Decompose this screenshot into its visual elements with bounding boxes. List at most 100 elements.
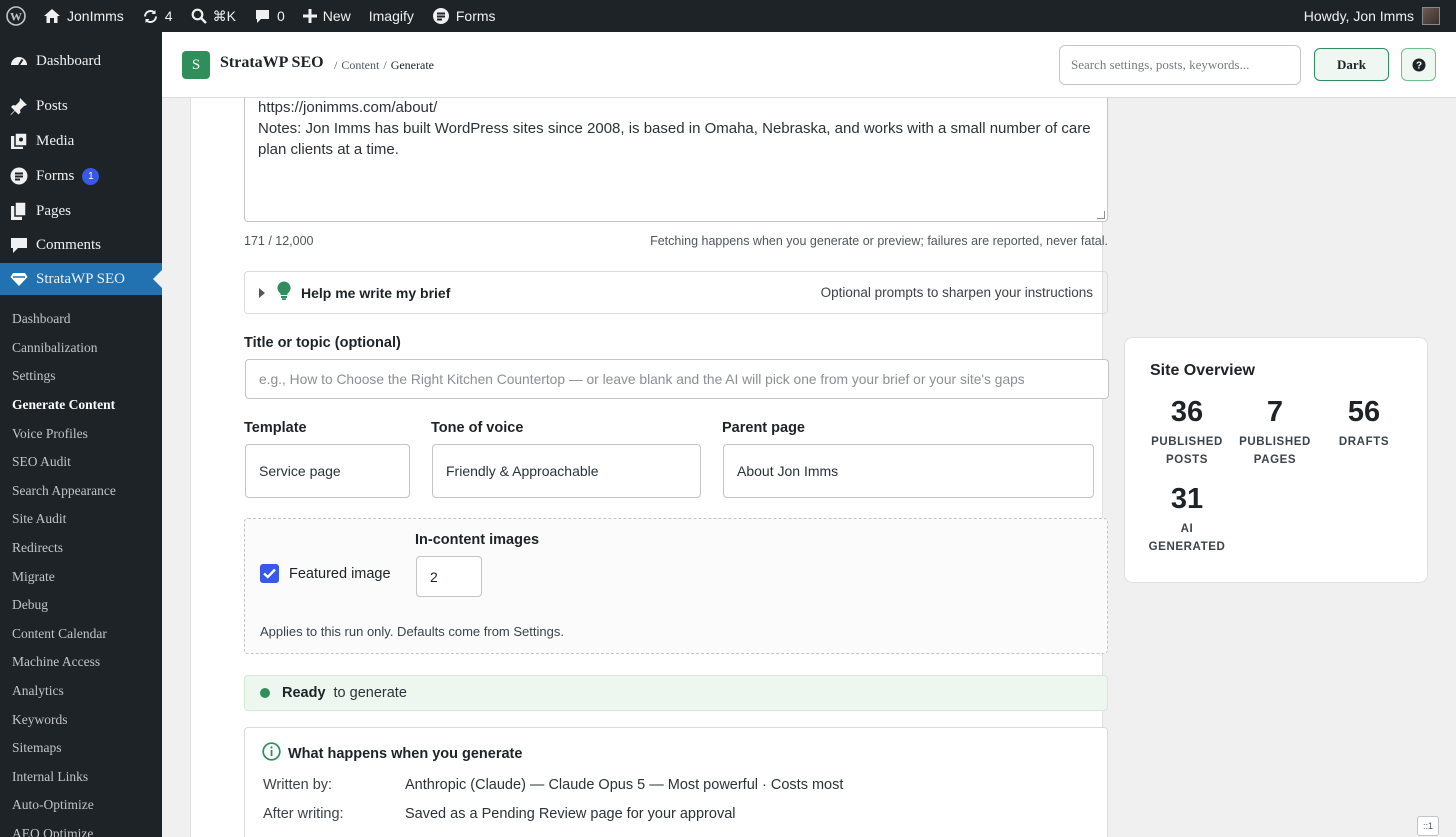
stat-label: Published xyxy=(1151,436,1223,448)
submenu-item-aeo-optimize[interactable]: AEO Optimize xyxy=(0,820,162,837)
stat-label: AI xyxy=(1180,523,1194,535)
tone-select[interactable]: Friendly & Approachable xyxy=(432,444,701,498)
my-account-link[interactable]: Howdy, Jon Imms xyxy=(1295,0,1456,32)
menu-pages-label: Pages xyxy=(36,202,71,219)
submenu-item-cannibalization[interactable]: Cannibalization xyxy=(0,334,162,363)
stat-number: 56 xyxy=(1347,396,1381,428)
help-button[interactable]: ? xyxy=(1401,48,1436,81)
template-select[interactable]: Service page xyxy=(245,444,410,498)
info-icon xyxy=(262,742,281,765)
submenu-item-dashboard[interactable]: Dashboard xyxy=(0,305,162,334)
comment-icon xyxy=(254,8,271,24)
site-name-link[interactable]: JonImms xyxy=(34,0,133,32)
media-icon xyxy=(10,132,28,150)
imagify-link[interactable]: Imagify xyxy=(360,0,423,32)
menu-dashboard[interactable]: Dashboard xyxy=(0,44,162,78)
written-by-key: Written by: xyxy=(263,777,333,793)
new-label: New xyxy=(322,8,351,24)
menu-forms[interactable]: Forms 1 xyxy=(0,159,162,193)
in-content-images-label: In-content images xyxy=(415,532,540,548)
menu-stratawp-seo[interactable]: StrataWP SEO xyxy=(0,263,162,295)
submenu-item-generate-content[interactable]: Generate Content xyxy=(0,391,162,420)
admin-bar: W JonImms 4 ⌘K 0 New Imagify Forms Howdy… xyxy=(0,0,1456,32)
generate-panel: https://jonimms.com/about/ Notes: Jon Im… xyxy=(190,32,1109,837)
search-shortcut-link[interactable]: ⌘K xyxy=(182,0,245,32)
breadcrumb-content[interactable]: Content xyxy=(341,58,379,73)
breadcrumb: / Content / Generate xyxy=(334,58,434,73)
comments-link[interactable]: 0 xyxy=(245,0,294,32)
title-input[interactable]: e.g., How to Choose the Right Kitchen Co… xyxy=(245,359,1109,399)
submenu-item-search-appearance[interactable]: Search Appearance xyxy=(0,477,162,506)
menu-media-label: Media xyxy=(36,132,75,149)
submenu-item-content-calendar[interactable]: Content Calendar xyxy=(0,620,162,649)
submenu-item-seo-audit[interactable]: SEO Audit xyxy=(0,448,162,477)
plus-icon xyxy=(302,9,317,23)
featured-image-checkbox[interactable] xyxy=(260,564,279,583)
menu-comments[interactable]: Comments xyxy=(0,228,162,262)
stat-label: Published xyxy=(1239,436,1311,448)
resize-handle[interactable] xyxy=(1097,211,1105,219)
new-content-link[interactable]: New xyxy=(294,0,360,32)
stat-published-posts: 36 Published Posts xyxy=(1142,396,1232,469)
submenu-item-internal-links[interactable]: Internal Links xyxy=(0,763,162,792)
submenu-item-voice-profiles[interactable]: Voice Profiles xyxy=(0,419,162,448)
wordpress-logo-icon[interactable]: W xyxy=(0,0,34,32)
menu-dashboard-label: Dashboard xyxy=(36,52,101,69)
caret-right-icon xyxy=(259,287,265,298)
submenu-item-redirects[interactable]: Redirects xyxy=(0,534,162,563)
forms-link[interactable]: Forms xyxy=(423,0,505,32)
updates-count: 4 xyxy=(164,8,173,24)
updates-link[interactable]: 4 xyxy=(133,0,182,32)
diamond-icon xyxy=(10,270,28,288)
submenu-item-auto-optimize[interactable]: Auto-Optimize xyxy=(0,791,162,820)
submenu-item-migrate[interactable]: Migrate xyxy=(0,562,162,591)
parent-select[interactable]: About Jon Imms xyxy=(723,444,1094,498)
brief-line-url: https://jonimms.com/about/ xyxy=(258,99,438,116)
fetch-note: Fetching happens when you generate or pr… xyxy=(650,234,1108,248)
submenu-item-machine-access[interactable]: Machine Access xyxy=(0,648,162,677)
menu-media[interactable]: Media xyxy=(0,124,162,158)
submenu-item-debug[interactable]: Debug xyxy=(0,591,162,620)
image-options-note: Applies to this run only. Defaults come … xyxy=(260,624,564,639)
settings-search-input[interactable]: Search settings, posts, keywords... xyxy=(1059,45,1301,85)
stat-drafts: 56 Drafts xyxy=(1319,396,1409,451)
submenu-item-sitemaps[interactable]: Sitemaps xyxy=(0,734,162,763)
menu-forms-label: Forms xyxy=(36,167,75,184)
helper-note: Optional prompts to sharpen your instruc… xyxy=(820,285,1093,300)
breadcrumb-generate: Generate xyxy=(390,58,434,72)
brief-helper-toggle[interactable]: Help me write my brief Optional prompts … xyxy=(244,271,1108,314)
refresh-icon xyxy=(142,8,159,25)
submenu-item-analytics[interactable]: Analytics xyxy=(0,677,162,706)
home-icon xyxy=(43,8,61,24)
submenu-item-keywords[interactable]: Keywords xyxy=(0,705,162,734)
site-overview-card: Site Overview 36 Published Posts 7 Publis… xyxy=(1124,337,1428,583)
breadcrumb-separator: / xyxy=(334,58,338,72)
after-writing-value: Saved as a Pending Review page for your … xyxy=(405,806,736,822)
menu-pages[interactable]: Pages xyxy=(0,194,162,228)
stat-published-pages: 7 Published Pages xyxy=(1230,396,1320,469)
site-name-label: JonImms xyxy=(67,8,124,24)
main-content: https://jonimms.com/about/ Notes: Jon Im… xyxy=(162,32,1456,837)
avatar xyxy=(1422,7,1440,25)
in-content-images-input[interactable]: 2 xyxy=(416,556,482,597)
menu-posts[interactable]: Posts xyxy=(0,89,162,123)
what-happens-title: What happens when you generate xyxy=(288,745,523,762)
stat-label: Generated xyxy=(1148,541,1226,553)
stat-label: Posts xyxy=(1166,454,1208,466)
submenu-item-settings[interactable]: Settings xyxy=(0,362,162,391)
pages-icon xyxy=(10,202,28,220)
submenu-item-site-audit[interactable]: Site Audit xyxy=(0,505,162,534)
greeting-label: Howdy, Jon Imms xyxy=(1303,8,1414,24)
admin-sidebar: Dashboard Posts Media Forms 1 Pages Comm… xyxy=(0,32,162,837)
search-shortcut-label: ⌘K xyxy=(212,7,236,24)
ready-text: to generate xyxy=(333,685,407,701)
dark-mode-button[interactable]: Dark xyxy=(1314,48,1389,81)
brief-line-notes: Notes: Jon Imms has built WordPress site… xyxy=(258,120,1095,158)
stratawp-submenu: Dashboard Cannibalization Settings Generate… xyxy=(0,305,162,837)
brief-textarea[interactable]: https://jonimms.com/about/ Notes: Jon Im… xyxy=(244,90,1108,222)
forms-icon xyxy=(10,167,28,185)
featured-image-label[interactable]: Featured image xyxy=(289,566,391,582)
menu-posts-label: Posts xyxy=(36,97,68,114)
forms-label: Forms xyxy=(455,8,496,24)
stat-ai-generated: 31 AI Generated xyxy=(1142,483,1232,556)
